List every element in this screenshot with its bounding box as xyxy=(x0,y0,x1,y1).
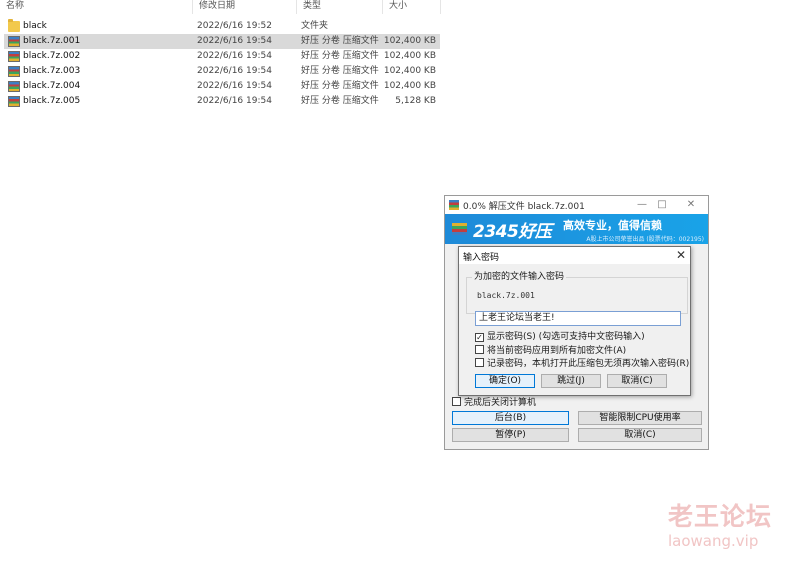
file-row[interactable]: black.7z.005 2022/6/16 19:54 好压 分卷 压缩文件 5,1… xyxy=(4,94,440,109)
remember-checkbox[interactable] xyxy=(475,358,484,367)
shutdown-checkbox[interactable]: 完成后关闭计算机 xyxy=(452,397,536,409)
close-icon[interactable]: ✕ xyxy=(676,248,686,262)
file-name: black.7z.003 xyxy=(23,66,81,76)
show-password-checkbox[interactable]: ✓ xyxy=(475,333,484,342)
file-name-cell: black xyxy=(4,19,190,34)
remember-label: 记录密码，本机打开此压缩包无须再次输入密码(R) xyxy=(487,359,690,369)
apply-all-option[interactable]: 将当前密码应用到所有加密文件(A) xyxy=(475,345,626,357)
file-row[interactable]: black 2022/6/16 19:52 文件夹 xyxy=(4,19,440,34)
show-password-option[interactable]: ✓ 显示密码(S) (勾选可支持中文密码输入) xyxy=(475,332,645,344)
apply-all-checkbox[interactable] xyxy=(475,345,484,354)
banner-subtitle: A股上市公司荣誉出品 (股票代码：002195) xyxy=(586,236,704,243)
background-button[interactable]: 后台(B) xyxy=(452,411,569,425)
file-date: 2022/6/16 19:54 xyxy=(197,96,272,106)
watermark-cn: 老王论坛 xyxy=(668,502,773,531)
file-name-cell: black.7z.001 xyxy=(4,34,190,49)
maximize-icon[interactable]: □ xyxy=(655,198,669,212)
file-size: 102,400 KB xyxy=(383,36,436,46)
close-icon[interactable]: ✕ xyxy=(684,198,698,212)
remember-option[interactable]: 记录密码，本机打开此压缩包无须再次输入密码(R) xyxy=(475,358,689,370)
file-type: 文件夹 xyxy=(301,21,329,31)
folder-icon xyxy=(8,19,20,32)
file-name-cell: black.7z.002 xyxy=(4,49,190,64)
file-name: black.7z.002 xyxy=(23,51,81,61)
password-dialog: 输入密码 ✕ 为加密的文件输入密码 black.7z.001 上老王论坛当老王!… xyxy=(458,246,691,396)
column-date[interactable]: 修改日期 xyxy=(193,0,297,14)
cancel-button[interactable]: 取消(C) xyxy=(607,374,667,388)
file-date: 2022/6/16 19:54 xyxy=(197,51,272,61)
shutdown-label: 完成后关闭计算机 xyxy=(464,398,537,408)
watermark-en: laowang.vip xyxy=(668,532,759,550)
file-row[interactable]: black.7z.002 2022/6/16 19:54 好压 分卷 压缩文件 102… xyxy=(4,49,440,64)
file-name: black xyxy=(23,21,47,31)
column-type[interactable]: 类型 xyxy=(297,0,383,14)
banner-slogan: 高效专业，值得信赖 xyxy=(563,219,662,232)
file-date: 2022/6/16 19:54 xyxy=(197,66,272,76)
apply-all-label: 将当前密码应用到所有加密文件(A) xyxy=(487,346,627,356)
archive-icon xyxy=(8,51,20,62)
cancel-extract-button[interactable]: 取消(C) xyxy=(578,428,702,442)
file-name-cell: black.7z.004 xyxy=(4,79,190,94)
ok-button[interactable]: 确定(O) xyxy=(475,374,535,388)
file-row[interactable]: black.7z.003 2022/6/16 19:54 好压 分卷 压缩文件 102… xyxy=(4,64,440,79)
file-size: 5,128 KB xyxy=(395,96,436,106)
password-input[interactable]: 上老王论坛当老王! xyxy=(475,311,681,326)
file-date: 2022/6/16 19:54 xyxy=(197,81,272,91)
file-name: black.7z.001 xyxy=(23,36,81,46)
encrypted-file-name: black.7z.001 xyxy=(477,291,535,300)
column-name[interactable]: 名称 xyxy=(0,0,193,14)
file-date: 2022/6/16 19:54 xyxy=(197,36,272,46)
shutdown-check-box[interactable] xyxy=(452,397,461,406)
password-dialog-titlebar[interactable]: 输入密码 ✕ xyxy=(459,247,690,264)
file-size: 102,400 KB xyxy=(383,66,436,76)
pause-button[interactable]: 暂停(P) xyxy=(452,428,569,442)
file-row[interactable]: black.7z.004 2022/6/16 19:54 好压 分卷 压缩文件 102… xyxy=(4,79,440,94)
file-name-cell: black.7z.005 xyxy=(4,94,190,109)
password-group-label: 为加密的文件输入密码 xyxy=(472,269,567,282)
minimize-icon[interactable]: — xyxy=(635,198,649,212)
haozip-logo-icon xyxy=(452,223,467,235)
extract-title: 0.0% 解压文件 black.7z.001 xyxy=(463,202,585,212)
skip-button[interactable]: 跳过(J) xyxy=(541,374,601,388)
archive-icon xyxy=(8,96,20,107)
archive-icon xyxy=(8,81,20,92)
show-password-label: 显示密码(S) (勾选可支持中文密码输入) xyxy=(487,332,645,342)
haozip-app-icon xyxy=(449,200,459,210)
extract-titlebar[interactable]: 0.0% 解压文件 black.7z.001 — □ ✕ xyxy=(445,196,708,214)
cpu-limit-button[interactable]: 智能限制CPU使用率 xyxy=(578,411,702,425)
file-size: 102,400 KB xyxy=(383,81,436,91)
file-name: black.7z.005 xyxy=(23,96,81,106)
banner: 2345好压 高效专业，值得信赖 A股上市公司荣誉出品 (股票代码：002195… xyxy=(445,214,708,244)
archive-icon xyxy=(8,66,20,77)
archive-icon xyxy=(8,36,20,47)
column-size[interactable]: 大小 xyxy=(383,0,441,14)
file-name: black.7z.004 xyxy=(23,81,81,91)
file-explorer: 名称 修改日期 类型 大小 black 2022/6/16 19:52 文件夹 bla… xyxy=(0,0,445,120)
file-size: 102,400 KB xyxy=(383,51,436,61)
password-dialog-title: 输入密码 xyxy=(463,253,500,263)
file-date: 2022/6/16 19:52 xyxy=(197,21,272,31)
banner-logo: 2345好压 xyxy=(473,222,552,242)
file-name-cell: black.7z.003 xyxy=(4,64,190,79)
file-row[interactable]: black.7z.001 2022/6/16 19:54 好压 分卷 压缩文件 102… xyxy=(4,34,440,49)
column-header: 名称 修改日期 类型 大小 xyxy=(0,0,445,16)
file-size xyxy=(362,19,436,34)
